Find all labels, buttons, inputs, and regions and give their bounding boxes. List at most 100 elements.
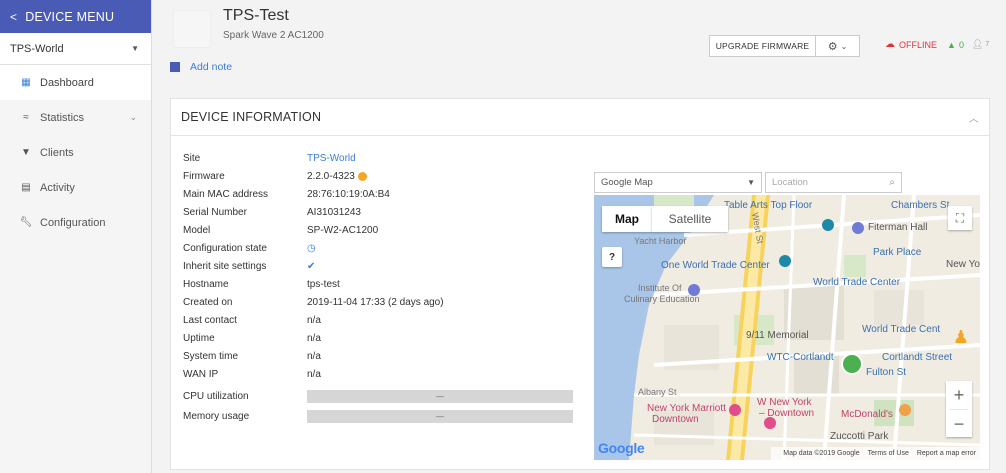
report-error-link[interactable]: Report a map error xyxy=(917,450,976,457)
map-tab-map[interactable]: Map xyxy=(602,206,652,232)
collapse-icon[interactable]: ︿ xyxy=(969,110,979,125)
site-link[interactable]: TPS-World xyxy=(307,153,356,164)
info-label: Hostname xyxy=(183,278,229,290)
info-label: Serial Number xyxy=(183,206,247,218)
map-label-fiterman: Fiterman Hall xyxy=(868,222,928,233)
map-label-culinary: Culinary Education xyxy=(624,294,700,304)
map-label-zuccotti: Zuccotti Park xyxy=(830,431,889,442)
clients-icon: ▼ xyxy=(21,147,31,158)
panel-header: DEVICE INFORMATION ︿ xyxy=(171,99,989,136)
map-label-new-york: New Yo xyxy=(946,259,980,270)
model-value: SP-W2-AC1200 xyxy=(307,224,379,236)
terms-link[interactable]: Terms of Use xyxy=(868,450,909,457)
search-icon[interactable]: ⌕ xyxy=(889,177,895,188)
map-label-wtc-center: World Trade Center xyxy=(813,277,901,288)
device-thumbnail xyxy=(173,10,211,48)
info-row-wan-ip: WAN IP n/a xyxy=(183,365,321,383)
info-row-memory: Memory usage — xyxy=(183,407,573,425)
info-label: CPU utilization xyxy=(183,390,249,402)
help-icon[interactable]: ? xyxy=(602,247,622,267)
map-label-fulton: Fulton St xyxy=(866,367,907,378)
last-contact-value: n/a xyxy=(307,314,321,326)
users-icon: 👤︎ xyxy=(971,39,984,49)
info-label: Inherit site settings xyxy=(183,260,267,272)
caret-down-icon: ▼ xyxy=(131,44,139,53)
serial-value: AI31031243 xyxy=(307,206,361,218)
firmware-update-icon[interactable] xyxy=(357,171,367,181)
map-label-wtc-cortlandt: WTC-Cortlandt xyxy=(767,352,834,363)
warning-count: 0 xyxy=(958,39,964,50)
wan-ip-value: n/a xyxy=(307,368,321,380)
location-placeholder: Location xyxy=(772,177,808,188)
info-label: Main MAC address xyxy=(183,188,269,200)
wrench-icon: 🔧︎ xyxy=(19,217,33,228)
info-label: Created on xyxy=(183,296,233,308)
add-note-link[interactable]: Add note xyxy=(170,61,232,73)
mac-value: 28:76:10:19:0A:B4 xyxy=(307,188,390,200)
street-view-pegman-icon[interactable]: ♟ xyxy=(951,327,971,355)
map-label-w-downtown: – Downtown xyxy=(759,408,815,419)
device-menu-header[interactable]: < DEVICE MENU xyxy=(0,0,151,33)
sidebar-item-configuration[interactable]: 🔧︎ Configuration xyxy=(0,205,151,240)
info-row-created: Created on 2019-11-04 17:33 (2 days ago) xyxy=(183,293,444,311)
sidebar-item-dashboard[interactable]: ▦ Dashboard xyxy=(0,65,151,100)
map-tab-satellite[interactable]: Satellite xyxy=(652,206,728,232)
google-map[interactable]: Table Arts Top Floor Chambers St Fiterma… xyxy=(594,195,980,460)
gear-icon: ⚙ xyxy=(827,40,838,53)
info-row-serial: Serial Number AI31031243 xyxy=(183,203,361,221)
map-label-institute: Institute Of xyxy=(638,283,682,293)
status-badge: OFFLINE xyxy=(899,39,938,50)
add-note-label: Add note xyxy=(190,61,233,73)
cloud-offline-icon: ☁ xyxy=(885,39,895,50)
memory-usage-bar: — xyxy=(307,409,573,423)
map-data-credit: Map data ©2019 Google xyxy=(783,450,860,457)
device-menu-title: DEVICE MENU xyxy=(25,9,115,24)
activity-icon: ▤ xyxy=(21,182,31,193)
sidebar-item-label: Clients xyxy=(40,146,74,159)
info-row-hostname: Hostname tps-test xyxy=(183,275,340,293)
created-value: 2019-11-04 17:33 (2 days ago) xyxy=(307,296,444,308)
sidebar-item-clients[interactable]: ▼ Clients xyxy=(0,135,151,170)
site-selector[interactable]: TPS-World ▼ xyxy=(0,33,151,65)
map-label-wtc-centre: World Trade Cent xyxy=(862,324,941,335)
info-row-firmware: Firmware 2.2.0-4323 xyxy=(183,167,367,185)
hostname-value: tps-test xyxy=(307,278,340,290)
info-label: Site xyxy=(183,152,201,164)
map-label-yacht-harbor: Yacht Harbor xyxy=(634,236,687,246)
dashboard-icon: ▦ xyxy=(21,77,31,88)
note-icon xyxy=(170,62,180,72)
map-label-table-arts: Table Arts Top Floor xyxy=(724,200,813,211)
cpu-utilization-bar: — xyxy=(307,389,573,403)
info-label: WAN IP xyxy=(183,368,219,380)
info-label: Firmware xyxy=(183,170,225,182)
info-label: Model xyxy=(183,224,211,236)
zoom-in-button[interactable]: + xyxy=(946,381,972,409)
fullscreen-icon[interactable]: ⛶ xyxy=(948,206,972,230)
location-search[interactable]: Location ⌕ xyxy=(765,172,902,193)
map-footer: Map data ©2019 Google Terms of Use Repor… xyxy=(771,447,980,460)
sidebar-item-activity[interactable]: ▤ Activity xyxy=(0,170,151,205)
map-label-mcdonalds: McDonald's xyxy=(841,409,893,420)
upgrade-firmware-button[interactable]: UPGRADE FIRMWARE xyxy=(709,35,816,57)
info-label: System time xyxy=(183,350,239,362)
map-label-chambers: Chambers St xyxy=(891,200,950,211)
system-time-value: n/a xyxy=(307,350,321,362)
map-type-select[interactable]: Google Map ▼ xyxy=(594,172,762,193)
zoom-out-button[interactable]: − xyxy=(946,410,972,438)
chevron-down-icon: ⌄ xyxy=(840,41,848,51)
firmware-value: 2.2.0-4323 xyxy=(307,170,355,182)
uptime-value: n/a xyxy=(307,332,321,344)
settings-dropdown-button[interactable]: ⚙ ⌄ xyxy=(816,35,860,57)
user-count: 7 xyxy=(985,41,990,48)
map-type-value: Google Map xyxy=(601,177,653,188)
chevron-down-icon: ⌄ xyxy=(129,112,137,122)
sidebar-item-label: Activity xyxy=(40,181,75,194)
clock-icon: ◷ xyxy=(307,242,316,254)
sidebar-item-statistics[interactable]: ≈ Statistics ⌄ xyxy=(0,100,151,135)
caret-down-icon: ▼ xyxy=(747,178,755,187)
map-label-marriott: New York Marriott xyxy=(647,403,726,414)
zoom-control: + − xyxy=(946,381,972,437)
map-label-one-wtc: One World Trade Center xyxy=(661,260,770,271)
statistics-icon: ≈ xyxy=(23,112,29,123)
info-row-config-state: Configuration state ◷ xyxy=(183,239,316,257)
